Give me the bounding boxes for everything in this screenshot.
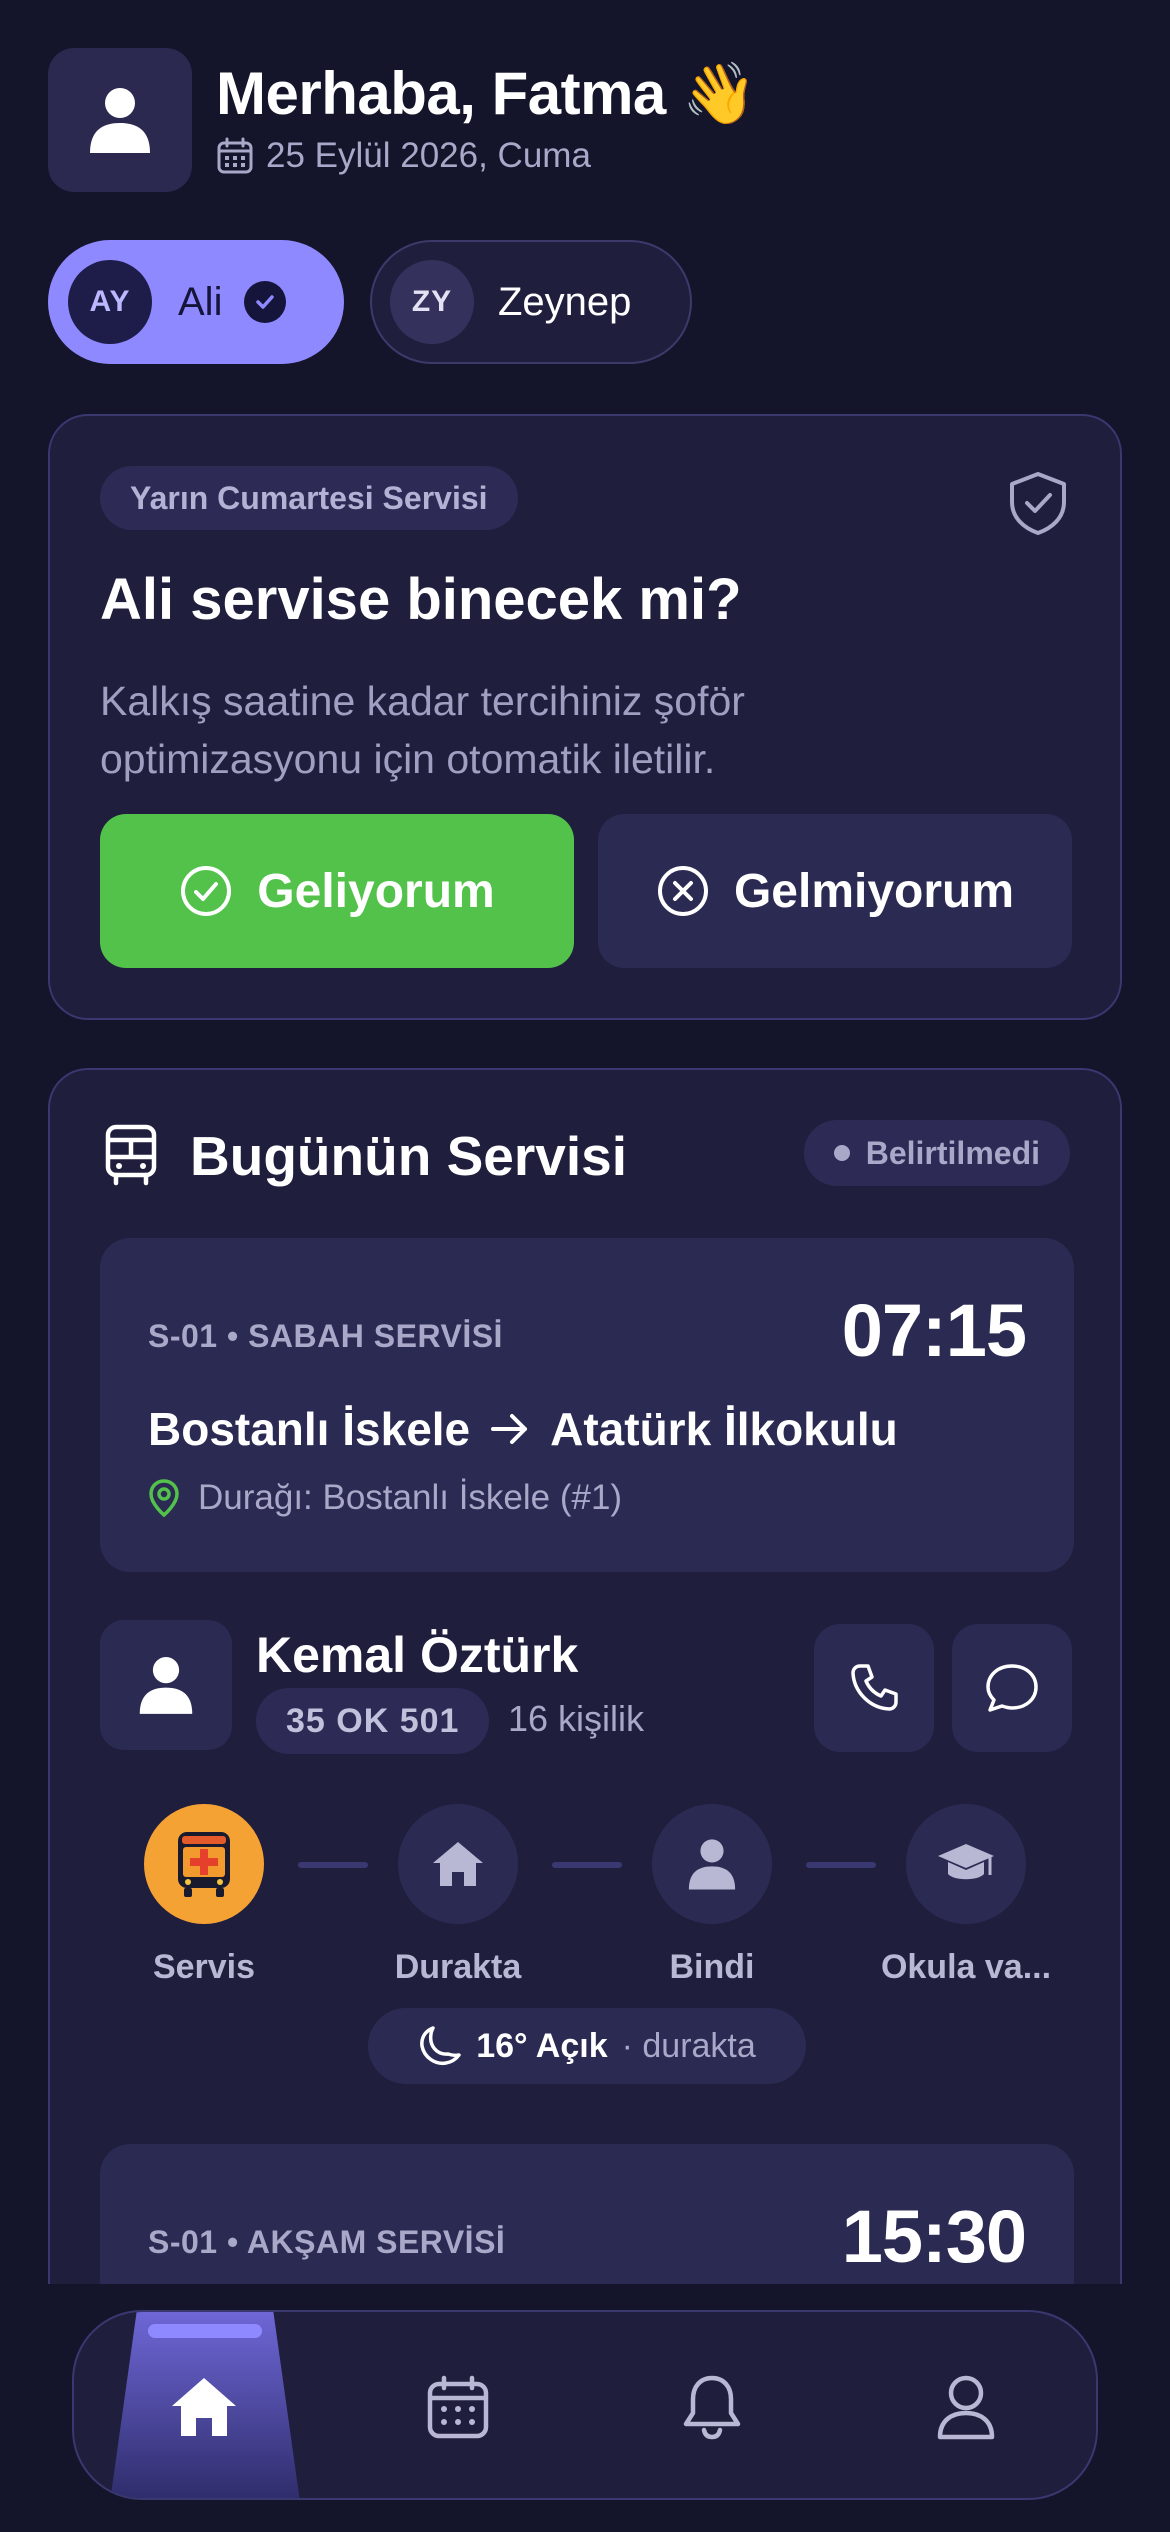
weather-badge: 16° Açık · durakta — [368, 2008, 806, 2084]
nav-home[interactable] — [104, 2312, 304, 2498]
nav-profile[interactable] — [866, 2312, 1066, 2498]
person-icon — [139, 1657, 193, 1714]
not-coming-button[interactable]: Gelmiyorum — [598, 814, 1072, 968]
step-label: Bindi — [669, 1948, 755, 1986]
nav-notifications[interactable] — [612, 2312, 812, 2498]
morning-trip-card[interactable]: S-01 • SABAH SERVİSİ 07:15 Bostanlı İske… — [100, 1238, 1074, 1572]
coming-button[interactable]: Geliyorum — [100, 814, 574, 968]
step-label: Okula va... — [880, 1948, 1052, 1986]
calendar-icon — [427, 2375, 489, 2439]
driver-name: Kemal Öztürk — [256, 1627, 579, 1683]
step-durakta: Durakta — [358, 1804, 558, 1987]
step-bindi: Bindi — [612, 1804, 812, 1987]
route-from: Bostanlı İskele — [148, 1403, 471, 1455]
bottom-nav — [72, 2310, 1098, 2500]
vehicle-capacity: 16 kişilik — [508, 1698, 645, 1739]
stop-text: Durağı: Bostanlı İskele (#1) — [198, 1478, 623, 1517]
license-plate: 35 OK 501 — [256, 1688, 490, 1754]
attendance-question: Ali servise binecek mi? — [100, 567, 742, 632]
shield-check-icon — [1010, 472, 1066, 535]
schedule-tag: Yarın Cumartesi Servisi — [100, 466, 518, 530]
not-coming-label: Gelmiyorum — [733, 864, 1015, 918]
attendance-description: Kalkış saatine kadar tercihiniz şoför op… — [100, 678, 745, 782]
greeting-text: Merhaba, Fatma — [216, 60, 666, 127]
bus-icon — [178, 1832, 230, 1897]
trip-time: 07:15 — [841, 1289, 1027, 1372]
step-servis: Servis — [104, 1804, 304, 1987]
arrow-right-icon — [491, 1414, 528, 1444]
calendar-icon — [217, 137, 253, 174]
step-circle — [398, 1804, 518, 1924]
nav-calendar[interactable] — [358, 2312, 558, 2498]
moon-icon — [420, 2026, 461, 2066]
coming-label: Geliyorum — [257, 864, 495, 918]
today-service-card: Bugünün Servisi Belirtilmedi S-01 • SABA… — [48, 1068, 1122, 2468]
child-name: Ali — [178, 279, 223, 324]
trip-route: Bostanlı İskele Atatürk İlkokulu — [148, 1402, 898, 1456]
home-icon — [433, 1842, 483, 1886]
status-badge: Belirtilmedi — [803, 1120, 1070, 1186]
x-circle-icon — [657, 866, 708, 916]
child-chip-ali[interactable]: AY Ali — [48, 240, 344, 364]
wave-emoji: 👋 — [681, 60, 757, 127]
child-chip-zeynep[interactable]: ZY Zeynep — [370, 240, 692, 364]
trip-code: S-01 • AKŞAM SERVİSİ — [148, 2224, 506, 2260]
status-text: Belirtilmedi — [865, 1134, 1040, 1171]
child-name: Zeynep — [498, 279, 632, 324]
check-icon — [244, 281, 287, 323]
message-icon — [986, 1664, 1038, 1712]
phone-icon — [851, 1664, 898, 1711]
graduation-cap-icon — [938, 1844, 994, 1880]
check-circle-icon — [181, 866, 232, 916]
step-circle — [144, 1804, 264, 1924]
step-okula-vardi: Okula va... — [866, 1804, 1066, 1987]
home-icon — [172, 2378, 236, 2436]
weather-temp: 16° Açık — [476, 2026, 608, 2065]
map-pin-icon — [149, 1479, 179, 1518]
bell-icon — [683, 2375, 741, 2440]
user-avatar[interactable] — [48, 48, 192, 192]
date-text: 25 Eylül 2026, Cuma — [266, 136, 591, 175]
step-label: Servis — [152, 1948, 256, 1986]
step-circle — [652, 1804, 772, 1924]
person-icon — [688, 1839, 736, 1890]
greeting-title: Merhaba, Fatma 👋 — [216, 58, 757, 129]
trip-code: S-01 • SABAH SERVİSİ — [148, 1318, 503, 1354]
route-to: Atatürk İlkokulu — [550, 1403, 898, 1455]
child-initials: AY — [68, 260, 152, 344]
message-driver-button[interactable] — [952, 1624, 1072, 1752]
step-label: Durakta — [394, 1948, 522, 1986]
status-dot — [833, 1145, 850, 1161]
stop-info: Durağı: Bostanlı İskele (#1) — [148, 1478, 622, 1518]
weather-location: · durakta — [621, 2026, 756, 2065]
today-title: Bugünün Servisi — [190, 1125, 627, 1187]
attendance-card: Yarın Cumartesi Servisi Ali servise bine… — [48, 414, 1122, 1020]
profile-icon — [937, 2375, 995, 2440]
person-icon — [90, 88, 150, 153]
bus-icon — [105, 1124, 157, 1186]
call-driver-button[interactable] — [814, 1624, 934, 1752]
date-row: 25 Eylül 2026, Cuma — [216, 136, 591, 176]
child-initials: ZY — [390, 260, 474, 344]
trip-time: 15:30 — [841, 2195, 1027, 2278]
driver-avatar — [100, 1620, 232, 1750]
step-circle — [906, 1804, 1026, 1924]
